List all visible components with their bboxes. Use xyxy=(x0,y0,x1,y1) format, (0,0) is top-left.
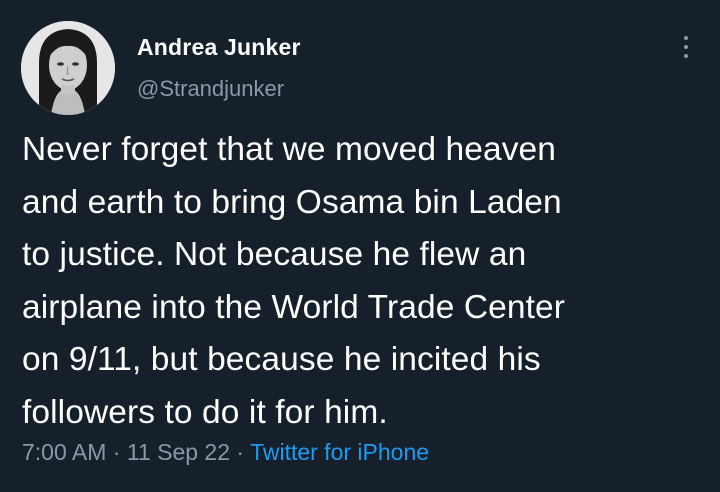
avatar[interactable] xyxy=(21,21,115,115)
tweet-time[interactable]: 7:00 AM xyxy=(22,439,106,465)
avatar-image xyxy=(21,21,115,115)
more-dot xyxy=(684,45,688,49)
meta-separator: · xyxy=(236,439,245,465)
more-dot xyxy=(684,36,688,40)
tweet-source-link[interactable]: Twitter for iPhone xyxy=(250,439,429,465)
tweet-date[interactable]: 11 Sep 22 xyxy=(127,439,230,465)
more-vertical-icon[interactable] xyxy=(676,36,696,62)
tweet-text: Never forget that we moved heaven and ea… xyxy=(22,131,566,431)
tweet-meta: 7:00 AM · 11 Sep 22 · Twitter for iPhone xyxy=(22,439,429,466)
more-dot xyxy=(684,54,688,58)
author-name[interactable]: Andrea Junker xyxy=(137,34,301,61)
meta-separator: · xyxy=(112,439,121,465)
author-handle[interactable]: @Strandjunker xyxy=(137,76,284,102)
tweet: Andrea Junker @Strandjunker Never forget… xyxy=(0,0,720,492)
